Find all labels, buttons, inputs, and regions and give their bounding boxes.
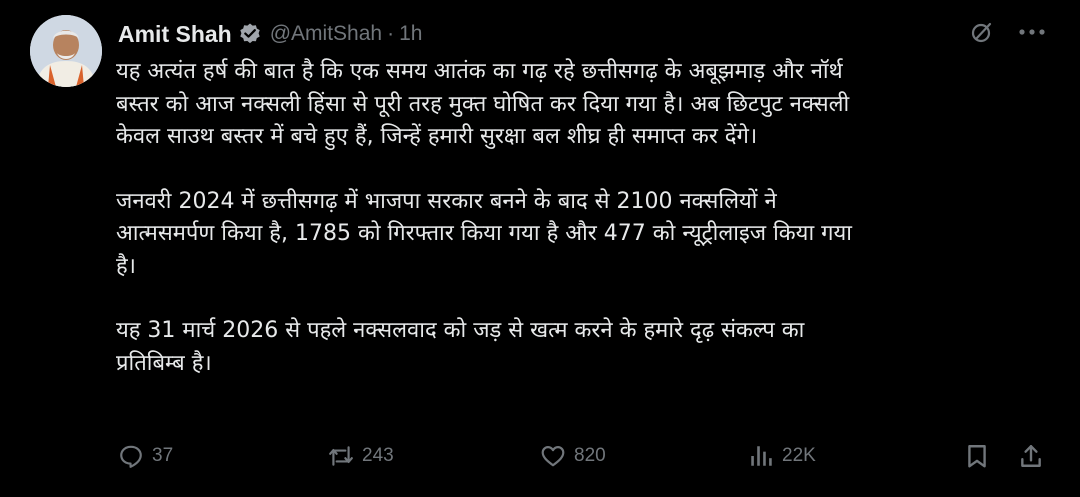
tweet-header: Amit Shah @AmitShah · 1h xyxy=(118,14,422,54)
views-count: 22K xyxy=(782,445,816,466)
share-button[interactable] xyxy=(1018,438,1050,474)
tweet-paragraph-3: यह 31 मार्च 2026 से पहले नक्सलवाद को जड़… xyxy=(116,318,805,376)
separator-dot: · xyxy=(387,22,395,45)
like-icon xyxy=(541,446,565,467)
bookmark-button[interactable] xyxy=(964,438,996,474)
tweet-paragraph-1: यह अत्यंत हर्ष की बात है कि एक समय आतंक … xyxy=(116,59,850,149)
like-button[interactable]: 820 xyxy=(540,438,606,474)
avatar[interactable] xyxy=(30,15,102,87)
reply-icon xyxy=(120,445,142,468)
reply-button[interactable]: 37 xyxy=(118,438,173,474)
grok-icon[interactable] xyxy=(970,20,994,44)
views-button[interactable]: 22K xyxy=(748,438,816,474)
author-name[interactable]: Amit Shah xyxy=(118,21,232,48)
more-icon[interactable] xyxy=(1018,22,1046,42)
repost-icon xyxy=(329,446,353,466)
verified-badge-icon xyxy=(238,22,262,46)
tweet-text: यह अत्यंत हर्ष की बात है कि एक समय आतंक … xyxy=(116,56,1051,412)
bookmark-icon xyxy=(968,445,986,468)
timestamp[interactable]: 1h xyxy=(399,22,422,46)
tweet-actions-bar: 37 243 820 22K xyxy=(118,438,1048,474)
reply-count: 37 xyxy=(152,445,174,466)
tweet-paragraph-2: जनवरी 2024 में छत्तीसगढ़ में भाजपा सरकार… xyxy=(116,188,852,279)
repost-button[interactable]: 243 xyxy=(328,438,394,474)
repost-count: 243 xyxy=(362,445,394,466)
like-count: 820 xyxy=(574,445,606,466)
views-icon xyxy=(751,446,772,466)
avatar-image xyxy=(30,15,102,87)
author-handle[interactable]: @AmitShah xyxy=(270,22,382,46)
share-icon xyxy=(1021,445,1041,467)
